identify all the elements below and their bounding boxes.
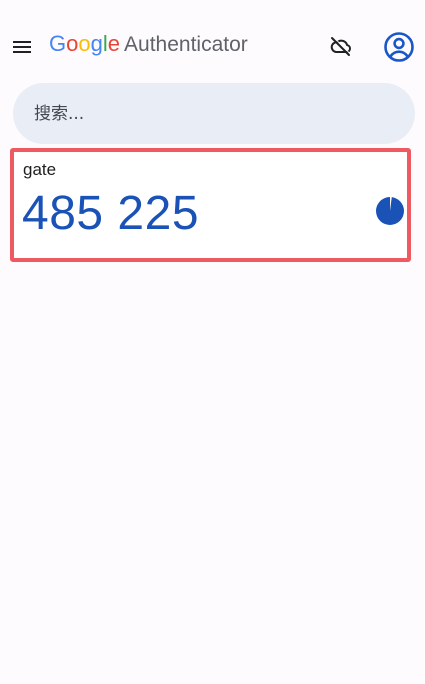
google-letter-e: e xyxy=(107,31,121,56)
authenticator-app: Google Authenticator gate 485 225 xyxy=(0,0,425,684)
top-app-bar: Google Authenticator xyxy=(0,0,425,92)
cloud-off-icon xyxy=(330,36,351,56)
account-circle-icon xyxy=(384,32,414,62)
cloud-sync-button[interactable] xyxy=(327,32,355,60)
countdown-timer-icon xyxy=(376,196,404,225)
google-letter-o2: o xyxy=(78,31,91,56)
google-wordmark: Google xyxy=(49,31,120,57)
product-name: Authenticator xyxy=(124,33,248,56)
google-letter-o1: o xyxy=(66,31,79,56)
hamburger-menu-icon xyxy=(13,41,31,53)
menu-button[interactable] xyxy=(9,34,35,60)
otp-code: 485 225 xyxy=(22,187,200,240)
account-card[interactable]: gate 485 225 xyxy=(10,148,411,262)
account-issuer: gate xyxy=(23,160,57,179)
app-logo: Google Authenticator xyxy=(49,31,248,63)
search-bar[interactable] xyxy=(13,83,415,144)
google-letter-g: G xyxy=(49,31,67,56)
account-button[interactable] xyxy=(382,30,416,64)
search-input[interactable] xyxy=(32,102,415,125)
google-letter-g2: g xyxy=(90,31,103,56)
